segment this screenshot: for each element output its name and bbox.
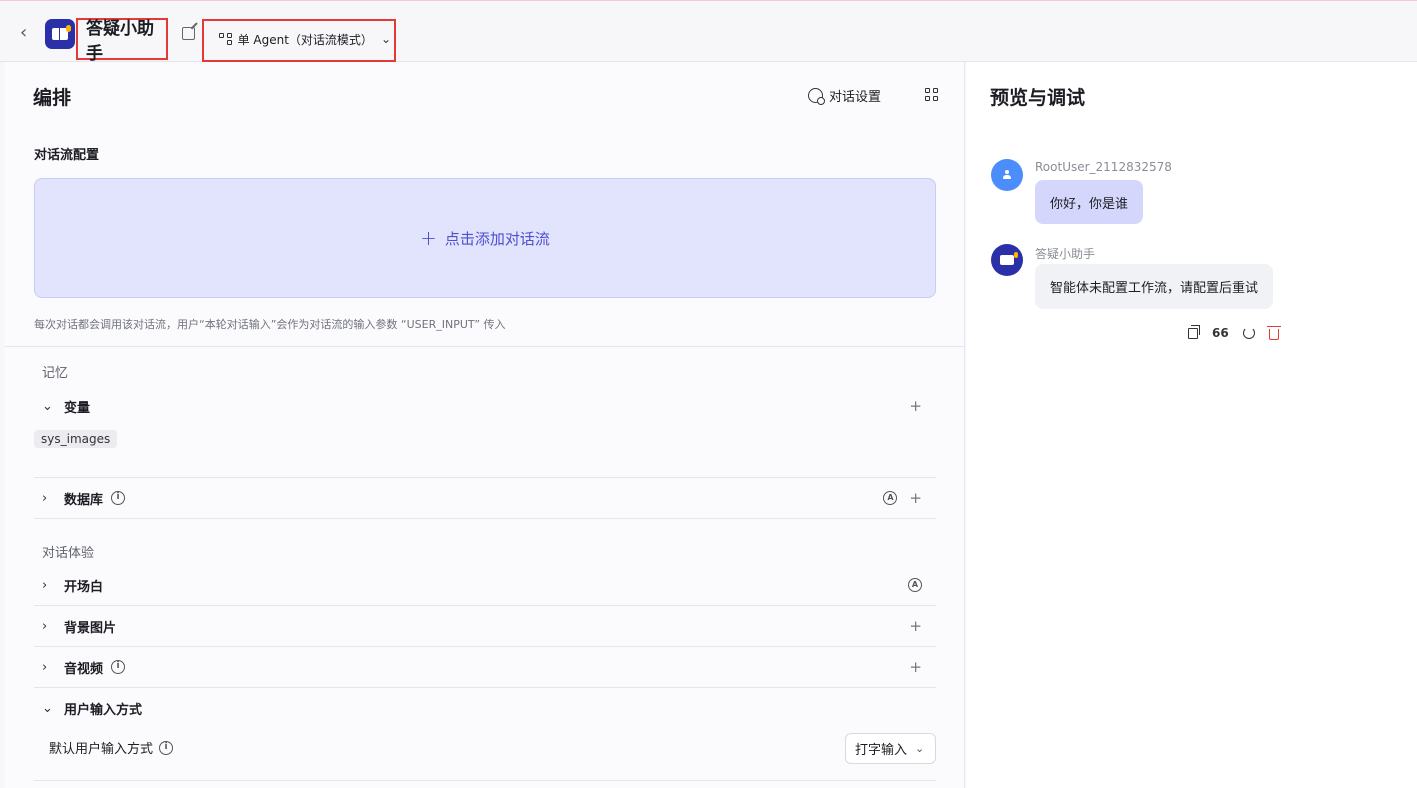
chevron-down-icon: ⌄ [380, 32, 391, 46]
preview-title: 预览与调试 [990, 87, 1086, 109]
bot-avatar-icon [991, 244, 1023, 276]
info-icon[interactable]: i [111, 491, 126, 505]
app-logo [45, 19, 75, 49]
back-icon[interactable]: ‹ [20, 23, 36, 43]
user-avatar-icon [991, 159, 1023, 191]
layout-grid-icon[interactable] [925, 88, 938, 101]
chevron-right-icon: › [42, 490, 48, 506]
divider [34, 518, 936, 519]
add-flow-button[interactable]: + 点击添加对话流 [34, 178, 936, 298]
chat-settings-icon [808, 88, 825, 105]
variables-row[interactable]: ⌄ 变量 + [34, 386, 936, 426]
flow-hint: 每次对话都会调用该对话流，用户“本轮对话输入”会作为对话流的输入参数 “USER… [34, 318, 506, 331]
mode-selector[interactable]: 单 Agent（对话流模式） ⌄ [211, 25, 391, 53]
add-flow-label: 点击添加对话流 [444, 229, 550, 248]
chevron-down-icon: ⌄ [42, 700, 53, 716]
av-label: 音视频 [64, 661, 104, 677]
memory-group-label: 记忆 [42, 366, 69, 381]
default-input-label: 默认用户输入方式 [49, 742, 154, 757]
plus-icon: + [420, 225, 437, 250]
chevron-down-icon: ⌄ [42, 398, 53, 414]
orchestration-panel: 编排 对话设置 对话流配置 + 点击添加对话流 每次对话都会调用该对话流，用户“… [5, 62, 965, 788]
user-message: 你好，你是谁 [1035, 180, 1144, 224]
mode-label: 单 Agent（对话流模式） [237, 32, 373, 47]
mode-selector-highlight: 单 Agent（对话流模式） ⌄ [202, 19, 396, 62]
copy-icon[interactable] [1188, 324, 1200, 339]
database-row[interactable]: › 数据库 i A + [34, 478, 936, 518]
add-av-icon[interactable]: + [909, 658, 922, 676]
chevron-right-icon: › [42, 618, 48, 634]
input-mode-row[interactable]: ⌄ 用户输入方式 [34, 688, 936, 728]
chat-settings-button[interactable]: 对话设置 [808, 86, 881, 105]
workflow-icon [219, 33, 232, 45]
input-mode-label: 用户输入方式 [64, 702, 143, 718]
user-name: RootUser_2112832578 [1035, 160, 1172, 174]
default-input-label-wrap: 默认用户输入方式 i [49, 738, 174, 757]
add-variable-icon[interactable]: + [909, 397, 922, 415]
variable-tag[interactable]: sys_images [34, 430, 118, 448]
divider [5, 346, 965, 347]
chevron-right-icon: › [42, 577, 48, 593]
app-title-highlight: 答疑小助手 [76, 18, 168, 64]
database-label: 数据库 [64, 492, 104, 508]
av-row[interactable]: › 音视频 i + [34, 647, 936, 687]
refresh-icon[interactable] [1242, 327, 1255, 339]
background-row[interactable]: › 背景图片 + [34, 606, 936, 646]
variables-label: 变量 [64, 400, 91, 416]
experience-group-label: 对话体验 [42, 546, 95, 561]
app-title[interactable]: 答疑小助手 [86, 14, 166, 64]
auto-icon[interactable]: A [908, 578, 922, 592]
opening-label: 开场白 [64, 579, 104, 595]
add-background-icon[interactable]: + [909, 617, 922, 635]
info-icon[interactable]: i [159, 740, 174, 755]
divider [34, 780, 936, 781]
edit-icon[interactable] [182, 27, 195, 40]
quote-button[interactable]: 66 [1212, 326, 1229, 340]
preview-panel: 预览与调试 RootUser_2112832578 你好，你是谁 答疑小助手 智… [966, 62, 1417, 788]
orchestration-title: 编排 [33, 87, 72, 109]
chevron-right-icon: › [42, 659, 48, 675]
bot-name: 答疑小助手 [1035, 247, 1096, 261]
top-header: ‹ 答疑小助手 单 Agent（对话流模式） ⌄ [0, 0, 1417, 64]
chat-settings-label: 对话设置 [829, 90, 882, 105]
info-icon[interactable]: i [111, 660, 126, 674]
flow-config-title: 对话流配置 [34, 148, 100, 163]
opening-row[interactable]: › 开场白 A [34, 565, 936, 605]
default-input-value: 打字输入 [855, 743, 908, 758]
trash-icon[interactable] [1266, 325, 1281, 340]
background-label: 背景图片 [64, 620, 117, 636]
message-actions: 66 [1188, 324, 1281, 340]
chevron-down-icon: ⌄ [915, 742, 925, 755]
auto-icon[interactable]: A [883, 491, 898, 505]
add-database-icon[interactable]: + [909, 489, 922, 507]
bot-message: 智能体未配置工作流，请配置后重试 [1035, 264, 1274, 309]
default-input-select[interactable]: 打字输入 ⌄ [845, 733, 936, 764]
orchestration-header: 编排 对话设置 [5, 62, 965, 127]
